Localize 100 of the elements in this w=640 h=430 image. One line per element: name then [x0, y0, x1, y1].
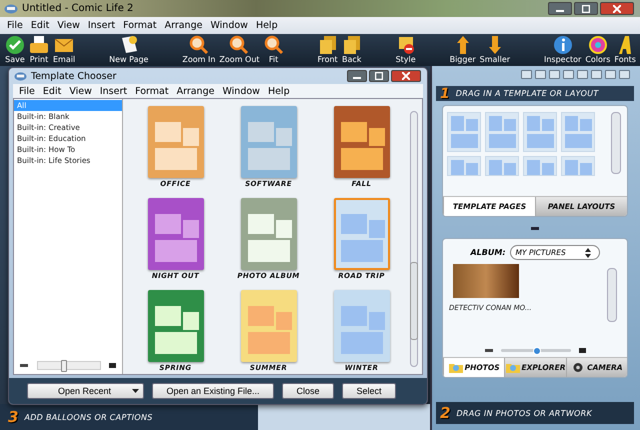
- folder-icon: [506, 362, 520, 373]
- template-thumbnail[interactable]: [240, 198, 296, 270]
- zoom-in-icon: [188, 35, 209, 55]
- view-mode-button[interactable]: [521, 70, 532, 78]
- minimize-button[interactable]: [548, 2, 572, 15]
- close-button[interactable]: [391, 70, 421, 82]
- toolbar-button[interactable]: Email: [51, 35, 78, 66]
- maximize-icon: [375, 72, 383, 80]
- stacked-pages-icon: [342, 35, 362, 55]
- close-icon: [402, 72, 410, 80]
- toolbar-button[interactable]: Bigger: [448, 35, 478, 66]
- view-mode-button[interactable]: [535, 70, 546, 78]
- menu-item[interactable]: Arrange: [160, 20, 206, 31]
- magnifier-icon: [264, 35, 284, 55]
- large-size-icon: [109, 362, 116, 368]
- menu-item[interactable]: Arrange: [172, 86, 218, 96]
- menu-item[interactable]: File: [15, 86, 39, 96]
- menu-item[interactable]: Window: [206, 20, 252, 31]
- template-thumbnail[interactable]: [148, 106, 204, 178]
- size-slider-thumb[interactable]: [61, 360, 68, 372]
- open-recent-button[interactable]: Open Recent: [27, 383, 144, 399]
- maximize-button[interactable]: [369, 70, 389, 82]
- toolbar-button[interactable]: Front: [315, 35, 340, 66]
- maximize-button[interactable]: [574, 2, 598, 15]
- template-thumbnail[interactable]: [148, 290, 204, 362]
- select-button[interactable]: Select: [342, 383, 396, 399]
- menu-item[interactable]: Insert: [84, 20, 120, 31]
- view-mode-button[interactable]: [591, 70, 602, 78]
- toolbar-button[interactable]: Print: [27, 35, 51, 66]
- small-size-icon: [20, 364, 28, 366]
- toolbar-button[interactable]: Zoom In: [180, 35, 218, 66]
- caret-icon: [132, 389, 139, 393]
- maximize-icon: [582, 4, 590, 12]
- layout-thumbnail[interactable]: [561, 156, 595, 176]
- layout-thumbnail[interactable]: [561, 112, 595, 152]
- scrollbar[interactable]: [611, 112, 621, 174]
- menu-item[interactable]: Insert: [96, 86, 132, 96]
- toolbar-button[interactable]: Back: [340, 35, 364, 66]
- splitter-handle[interactable]: [531, 227, 539, 230]
- menu-item[interactable]: File: [3, 20, 27, 31]
- layout-thumbnail[interactable]: [447, 112, 481, 152]
- large-size-icon: [578, 348, 586, 352]
- layout-thumbnail[interactable]: [523, 112, 557, 152]
- photo-placeholder[interactable]: [453, 264, 519, 298]
- scrollbar-thumb[interactable]: [410, 262, 418, 340]
- menu-item[interactable]: Help: [252, 20, 282, 31]
- layout-thumbnail[interactable]: [485, 112, 519, 152]
- toolbar-button[interactable]: New Page: [107, 35, 150, 66]
- dialog-title: Template Chooser: [31, 70, 116, 82]
- toolbar-button[interactable]: Fit: [262, 35, 286, 66]
- close-button[interactable]: [600, 2, 634, 15]
- toolbar-button[interactable]: Style: [394, 35, 418, 66]
- scrollbar[interactable]: [410, 111, 418, 367]
- menu-item[interactable]: Format: [119, 20, 161, 31]
- check-circle-icon: [5, 35, 25, 55]
- minimize-button[interactable]: [347, 70, 367, 82]
- open-file-button[interactable]: Open an Existing File...: [152, 383, 274, 399]
- scrollbar[interactable]: [607, 268, 617, 322]
- view-mode-button[interactable]: [619, 70, 630, 78]
- menu-item[interactable]: View: [65, 86, 96, 96]
- printer-icon: [29, 35, 49, 55]
- updown-icon: [584, 248, 591, 258]
- menu-item[interactable]: Help: [264, 86, 294, 96]
- info-icon: [552, 35, 573, 55]
- close-dialog-button[interactable]: Close: [282, 383, 334, 399]
- step-number: 3: [8, 408, 18, 426]
- view-mode-button[interactable]: [605, 70, 616, 78]
- view-mode-button[interactable]: [563, 70, 574, 78]
- layout-thumbnail[interactable]: [523, 156, 557, 176]
- zoom-out-icon: [229, 35, 250, 55]
- toolbar-button[interactable]: Zoom Out: [217, 35, 262, 66]
- menu-item[interactable]: Edit: [38, 86, 66, 96]
- camera-icon: [571, 362, 586, 373]
- stacked-pages-icon: [318, 35, 338, 55]
- menu-item[interactable]: View: [53, 20, 84, 31]
- menu-item[interactable]: Edit: [26, 20, 54, 31]
- template-thumbnail[interactable]: [334, 290, 390, 362]
- color-wheel-icon: [588, 35, 608, 55]
- toolbar-button[interactable]: Smaller: [478, 35, 512, 66]
- toolbar-button[interactable]: Save: [3, 35, 27, 66]
- layout-thumbnail[interactable]: [485, 156, 519, 176]
- template-thumbnail[interactable]: [148, 198, 204, 270]
- template-thumbnail[interactable]: [240, 106, 296, 178]
- toolbar-button[interactable]: Inspector: [542, 35, 584, 66]
- panel-title: DRAG IN A TEMPLATE OR LAYOUT: [456, 89, 599, 98]
- menu-item[interactable]: Format: [131, 86, 173, 96]
- toolbar-button[interactable]: Fonts: [612, 35, 638, 66]
- view-mode-button[interactable]: [577, 70, 588, 78]
- close-icon: [613, 4, 621, 12]
- step-number: 2: [440, 404, 450, 422]
- window-title: Untitled - Comic Life 2: [22, 3, 134, 14]
- template-thumbnail[interactable]: [240, 290, 296, 362]
- layout-thumbnail[interactable]: [447, 156, 481, 176]
- view-mode-button[interactable]: [549, 70, 560, 78]
- menu-item[interactable]: Window: [218, 86, 264, 96]
- toolbar-button[interactable]: Colors: [583, 35, 612, 66]
- app-icon: [14, 70, 27, 82]
- panel-title: DRAG IN PHOTOS OR ARTWORK: [456, 408, 592, 418]
- template-thumbnail[interactable]: [334, 198, 390, 270]
- template-thumbnail[interactable]: [334, 106, 390, 178]
